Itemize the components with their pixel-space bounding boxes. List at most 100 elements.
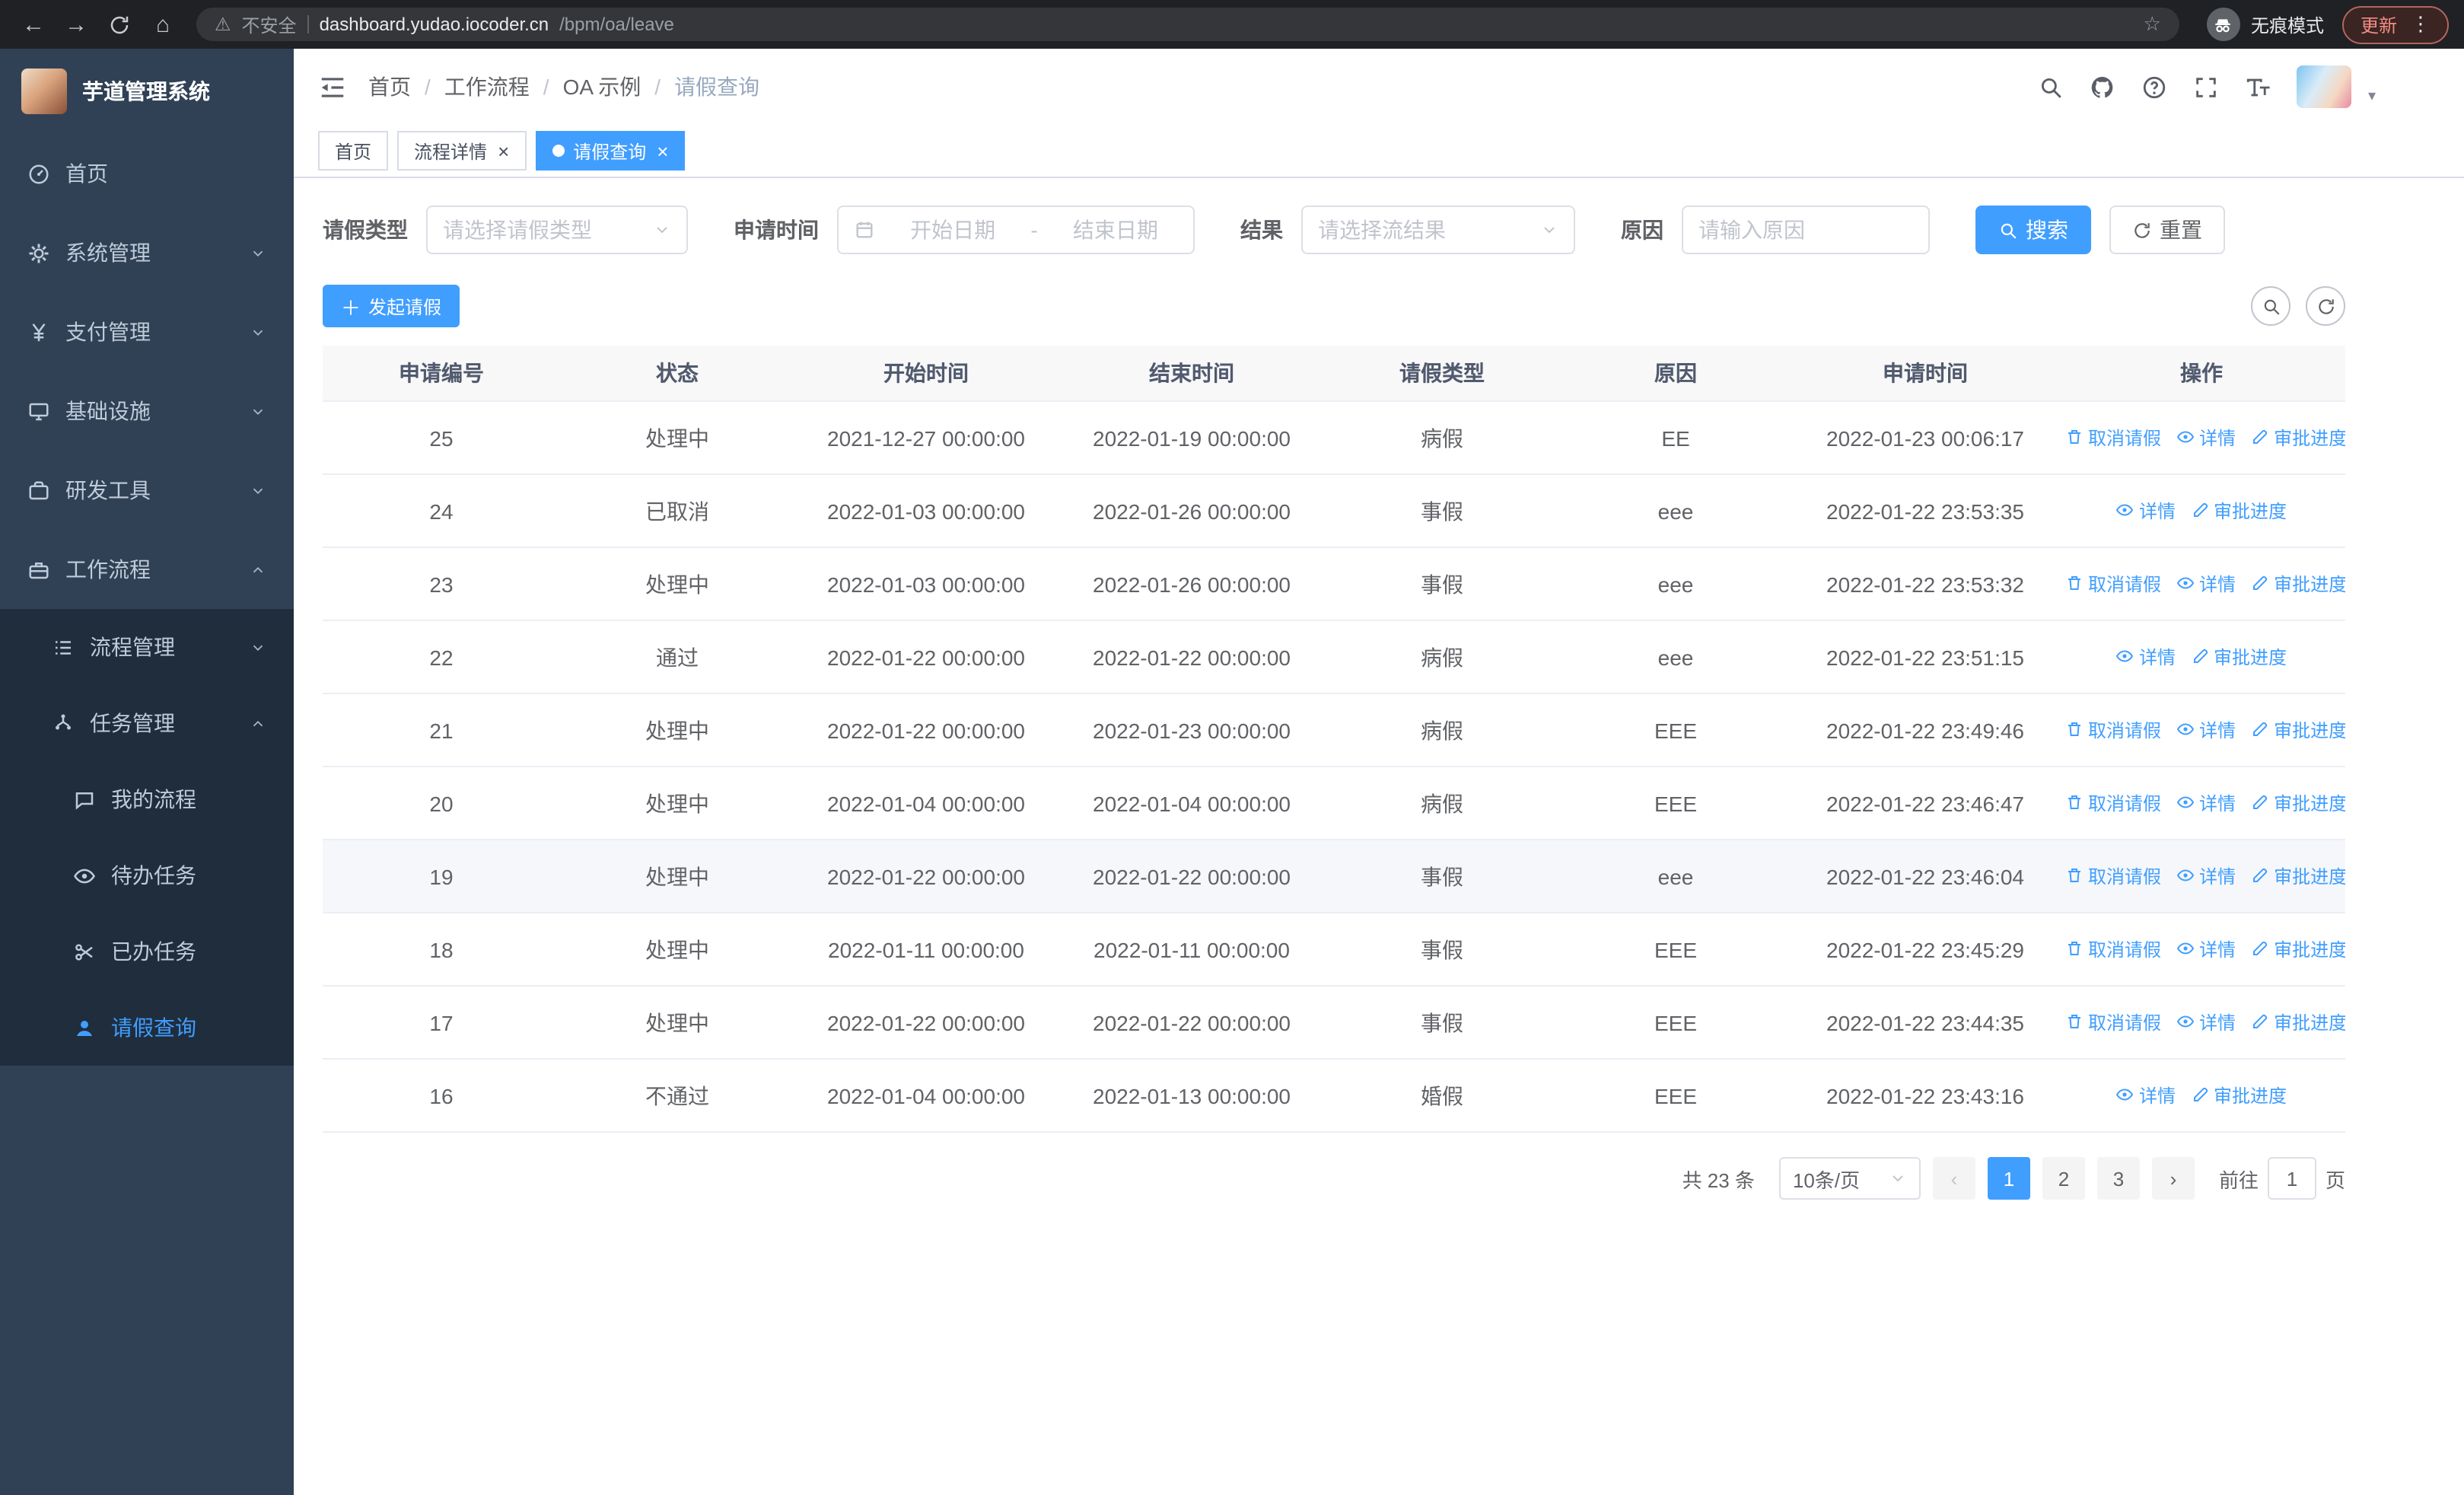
reload-icon[interactable] xyxy=(108,13,131,36)
detail-link[interactable]: 详情 xyxy=(2116,1082,2176,1108)
actions-cell: 详情 审批进度 xyxy=(2058,498,2345,524)
sidebar-fold-icon[interactable] xyxy=(318,72,347,101)
detail-link[interactable]: 详情 xyxy=(2176,1009,2236,1035)
cancel-leave-link[interactable]: 取消请假 xyxy=(2065,717,2161,743)
sidebar-item[interactable]: 研发工具 xyxy=(0,451,294,530)
sidebar-item[interactable]: 首页 xyxy=(0,134,294,213)
detail-link[interactable]: 详情 xyxy=(2176,571,2236,597)
actions-cell: 详情 审批进度 xyxy=(2058,1082,2345,1109)
breadcrumb-item[interactable]: 首页 xyxy=(368,72,411,102)
reason-input[interactable] xyxy=(1682,206,1930,254)
detail-link[interactable]: 详情 xyxy=(2176,717,2236,743)
detail-link[interactable]: 详情 xyxy=(2176,863,2236,889)
create-leave-button[interactable]: ＋ 发起请假 xyxy=(323,285,460,327)
prev-page-button[interactable]: ‹ xyxy=(1932,1157,1975,1200)
help-icon[interactable] xyxy=(2141,74,2167,100)
fullscreen-icon[interactable] xyxy=(2193,74,2219,100)
bookmark-star-icon[interactable]: ☆ xyxy=(2144,12,2161,37)
leave-type-select[interactable]: 请选择请假类型 xyxy=(426,206,688,254)
tab-item[interactable]: 流程详情 × xyxy=(397,131,527,171)
detail-link[interactable]: 详情 xyxy=(2176,425,2236,451)
github-icon[interactable] xyxy=(2090,74,2115,100)
sidebar-item[interactable]: 工作流程 xyxy=(0,530,294,609)
sidebar-item[interactable]: 我的流程 xyxy=(0,761,294,837)
tab-item[interactable]: 请假查询 × xyxy=(535,131,686,171)
reset-button[interactable]: 重置 xyxy=(2109,206,2225,254)
close-icon[interactable]: × xyxy=(498,139,509,162)
sidebar-item[interactable]: 支付管理 xyxy=(0,292,294,371)
detail-link[interactable]: 详情 xyxy=(2176,936,2236,962)
sidebar-item[interactable]: 基础设施 xyxy=(0,371,294,451)
actions-cell: 取消请假 详情 审批进度 xyxy=(2058,425,2345,451)
toggle-search-button[interactable] xyxy=(2251,286,2291,326)
more-menu-icon[interactable]: ⋮ xyxy=(2411,12,2431,37)
browser-chrome: ← → ⌂ ⚠ 不安全 dashboard.yudao.iocoder.cn /… xyxy=(0,0,2464,49)
start-time-cell: 2022-01-22 00:00:00 xyxy=(827,645,1025,669)
chevron-down-icon xyxy=(653,221,671,239)
result-select[interactable]: 请选择流结果 xyxy=(1301,206,1575,254)
search-icon[interactable] xyxy=(2038,74,2064,100)
page-button-1[interactable]: 1 xyxy=(1987,1157,2030,1200)
detail-link[interactable]: 详情 xyxy=(2116,644,2176,670)
sidebar-item[interactable]: 系统管理 xyxy=(0,213,294,292)
approval-progress-link[interactable]: 审批进度 xyxy=(2251,1009,2345,1035)
home-icon[interactable]: ⌂ xyxy=(145,11,181,37)
apply-id-cell: 16 xyxy=(429,1083,454,1108)
user-avatar[interactable] xyxy=(2296,65,2351,108)
address-bar[interactable]: ⚠ 不安全 dashboard.yudao.iocoder.cn /bpm/oa… xyxy=(196,8,2179,41)
cancel-leave-link[interactable]: 取消请假 xyxy=(2065,571,2161,597)
dashboard-icon xyxy=(27,162,50,185)
refresh-table-button[interactable] xyxy=(2306,286,2345,326)
detail-link[interactable]: 详情 xyxy=(2176,790,2236,816)
breadcrumb-item[interactable]: OA 示例 xyxy=(563,72,641,102)
tab-label: 请假查询 xyxy=(573,141,647,162)
goto-page-input[interactable] xyxy=(2267,1157,2316,1200)
sidebar-item[interactable]: 任务管理 xyxy=(0,685,294,761)
close-icon[interactable]: × xyxy=(657,139,668,162)
reason-cell: eee xyxy=(1657,645,1694,669)
forward-icon[interactable]: → xyxy=(58,11,94,37)
approval-progress-link[interactable]: 审批进度 xyxy=(2191,644,2287,670)
detail-eye-icon xyxy=(2176,721,2195,739)
approval-progress-link[interactable]: 审批进度 xyxy=(2191,1082,2287,1108)
edit-icon xyxy=(2251,794,2269,812)
back-icon[interactable]: ← xyxy=(15,11,52,37)
edit-icon xyxy=(2251,721,2269,739)
cancel-leave-link[interactable]: 取消请假 xyxy=(2065,936,2161,962)
cancel-leave-link[interactable]: 取消请假 xyxy=(2065,863,2161,889)
filter-bar: 请假类型 请选择请假类型 申请时间 开始日期 - 结束日期 结果 请选择流结果 … xyxy=(323,206,2345,254)
update-button[interactable]: 更新 ⋮ xyxy=(2341,5,2449,43)
tab-item[interactable]: 首页 xyxy=(318,131,389,171)
cancel-leave-link[interactable]: 取消请假 xyxy=(2065,1009,2161,1035)
approval-progress-link[interactable]: 审批进度 xyxy=(2251,571,2345,597)
approval-progress-link[interactable]: 审批进度 xyxy=(2251,936,2345,962)
breadcrumb-item[interactable]: 工作流程 xyxy=(444,72,530,102)
detail-link[interactable]: 详情 xyxy=(2116,498,2176,524)
apply-id-cell: 18 xyxy=(429,937,454,961)
approval-progress-link[interactable]: 审批进度 xyxy=(2191,498,2287,524)
approval-progress-link[interactable]: 审批进度 xyxy=(2251,863,2345,889)
apply-time-range-picker[interactable]: 开始日期 - 结束日期 xyxy=(837,206,1195,254)
next-page-button[interactable]: › xyxy=(2151,1157,2195,1200)
page-size-select[interactable]: 10条/页 xyxy=(1778,1157,1921,1200)
cancel-leave-link[interactable]: 取消请假 xyxy=(2065,425,2161,451)
actions-cell: 取消请假 详情 审批进度 xyxy=(2058,571,2345,598)
sidebar-item[interactable]: 已办任务 xyxy=(0,913,294,990)
font-size-icon[interactable] xyxy=(2245,74,2271,100)
column-header-leave-type: 请假类型 xyxy=(1399,361,1485,385)
search-button[interactable]: 搜索 xyxy=(1975,206,2091,254)
sidebar-item[interactable]: 流程管理 xyxy=(0,609,294,685)
trash-icon xyxy=(2065,575,2084,593)
apply-id-cell: 19 xyxy=(429,864,454,888)
approval-progress-link[interactable]: 审批进度 xyxy=(2251,717,2345,743)
sidebar-item[interactable]: 待办任务 xyxy=(0,837,294,913)
approval-progress-link[interactable]: 审批进度 xyxy=(2251,425,2345,451)
cancel-leave-link[interactable]: 取消请假 xyxy=(2065,790,2161,816)
page-button-3[interactable]: 3 xyxy=(2096,1157,2140,1200)
leave-type-cell: 病假 xyxy=(1421,426,1463,450)
sidebar-item[interactable]: 请假查询 xyxy=(0,990,294,1066)
breadcrumb: 首页 / 工作流程 / OA 示例 / 请假查询 xyxy=(368,72,759,102)
approval-progress-link[interactable]: 审批进度 xyxy=(2251,790,2345,816)
page-button-2[interactable]: 2 xyxy=(2042,1157,2085,1200)
leave-type-cell: 病假 xyxy=(1421,645,1463,669)
